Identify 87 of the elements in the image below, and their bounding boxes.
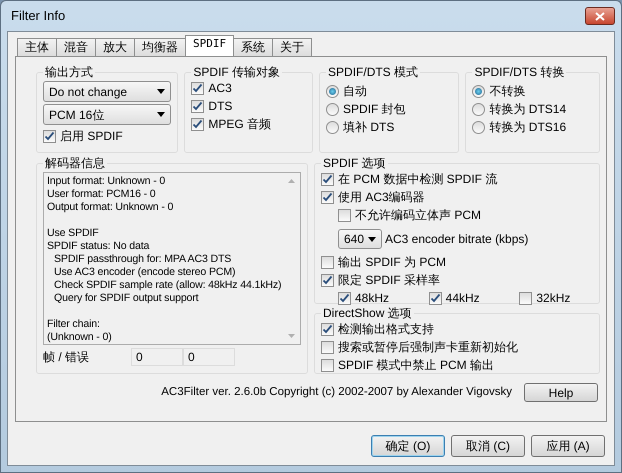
group-title: SPDIF/DTS 模式 (327, 65, 420, 79)
radio-button[interactable] (472, 84, 486, 98)
checkbox[interactable] (321, 172, 334, 186)
checkbox[interactable] (321, 256, 334, 268)
radio-button[interactable] (326, 120, 340, 134)
option-label: 自动 (343, 83, 368, 100)
option-label: MPEG 音频 (208, 116, 272, 133)
option-label: 检测输出格式支持 (338, 321, 434, 338)
tab[interactable]: 关于 (272, 38, 312, 56)
group-title: SPDIF 传输对象 (192, 65, 282, 79)
dialog-button[interactable]: 应用 (A) (531, 435, 605, 457)
radio-button[interactable] (326, 84, 340, 98)
checkbox[interactable] (338, 208, 351, 222)
option-label: 44kHz (446, 290, 480, 307)
info-line: Query for SPDIF output support (53, 292, 200, 305)
tab[interactable]: SPDIF (185, 35, 234, 56)
group-title: SPDIF/DTS 转换 (473, 65, 566, 79)
tab[interactable]: 系统 (233, 38, 274, 56)
info-line: Output format: Unknown - 0 (47, 201, 174, 214)
group-title: 解码器信息 (44, 156, 106, 170)
option-label: 限定 SPDIF 采样率 (338, 272, 440, 289)
window-title: Filter Info (11, 7, 66, 26)
option-label: DTS (208, 98, 232, 115)
checkbox[interactable] (191, 82, 204, 94)
checkbox[interactable] (321, 358, 334, 372)
checkbox[interactable] (321, 190, 334, 204)
info-line: Check SPDIF sample rate (allow: 48kHz 44.1kHz) (53, 279, 280, 292)
close-icon (595, 12, 605, 20)
scroll-down-icon[interactable] (288, 334, 295, 338)
tab[interactable]: 主体 (17, 38, 57, 56)
caret-icon (368, 236, 376, 242)
frames-label: 帧 / 错误 (43, 349, 90, 366)
checkbox[interactable] (191, 100, 204, 112)
option-label: SPDIF 模式中禁止 PCM 输出 (338, 357, 494, 374)
info-line: Filter chain: (47, 318, 101, 331)
group-title: 输出方式 (44, 65, 94, 79)
info-line: SPDIF passthrough for: MPA AC3 DTS (53, 253, 232, 266)
checkbox[interactable] (321, 322, 334, 336)
radio-button[interactable] (472, 102, 486, 116)
tab[interactable]: 放大 (95, 38, 135, 56)
option-label: SPDIF 封包 (343, 101, 406, 118)
option-label: 填补 DTS (343, 119, 394, 136)
radio-button[interactable] (472, 120, 486, 134)
info-line: Input format: Unknown - 0 (47, 175, 166, 188)
option-label: 32kHz (536, 290, 570, 307)
checkbox[interactable] (43, 130, 56, 142)
checkbox[interactable] (321, 274, 334, 286)
copyright-text: AC3Filter ver. 2.6.0b Copyright (c) 2002-2007 by Alexander Vigovsky (161, 384, 512, 400)
bitrate-dropdown[interactable]: 640 (338, 229, 382, 249)
checkbox[interactable] (321, 340, 334, 354)
option-label: 不允许编码立体声 PCM (355, 207, 481, 224)
caret-icon (157, 89, 166, 94)
option-label: 在 PCM 数据中检测 SPDIF 流 (338, 171, 498, 188)
caret-icon (157, 112, 166, 117)
info-line: User format: PCM16 - 0 (47, 188, 157, 201)
close-button[interactable] (585, 7, 615, 25)
dialog-button[interactable]: 确定 (O) (371, 435, 445, 457)
option-label: 48kHz (355, 290, 390, 307)
tab[interactable]: 均衡器 (134, 38, 186, 56)
info-line: Use SPDIF (47, 227, 100, 240)
bitrate-label: AC3 encoder bitrate (kbps) (385, 231, 528, 248)
option-label: 不转换 (489, 83, 526, 100)
option-label: 转换为 DTS14 (489, 101, 566, 118)
option-label: 转换为 DTS16 (489, 119, 566, 136)
checkbox[interactable] (428, 292, 442, 304)
info-line: SPDIF status: No data (47, 240, 150, 253)
dropdown[interactable]: PCM 16位 (43, 104, 172, 125)
option-label: 启用 SPDIF (60, 128, 123, 145)
checkbox[interactable] (519, 292, 532, 304)
help-button[interactable]: Help (524, 383, 598, 402)
checkbox[interactable] (191, 118, 204, 130)
checkbox[interactable] (338, 292, 351, 304)
info-line: (Unknown - 0) (47, 331, 113, 344)
dropdown[interactable]: Do not change (43, 81, 172, 102)
scroll-up-icon[interactable] (288, 179, 295, 183)
radio-button[interactable] (326, 102, 340, 116)
option-label: 使用 AC3编码器 (338, 189, 425, 206)
option-label: 输出 SPDIF 为 PCM (338, 254, 446, 271)
tab[interactable]: 混音 (56, 38, 96, 56)
group-title: SPDIF 选项 (322, 156, 387, 170)
group-title: DirectShow 选项 (322, 306, 413, 320)
errors-field: 0 (183, 348, 236, 366)
option-label: 搜索或暂停后强制声卡重新初始化 (338, 339, 518, 356)
info-line: Use AC3 encoder (encode stereo PCM) (53, 266, 236, 279)
dialog-button[interactable]: 取消 (C) (451, 435, 525, 457)
option-label: AC3 (208, 80, 232, 97)
frames-field: 0 (131, 348, 184, 366)
